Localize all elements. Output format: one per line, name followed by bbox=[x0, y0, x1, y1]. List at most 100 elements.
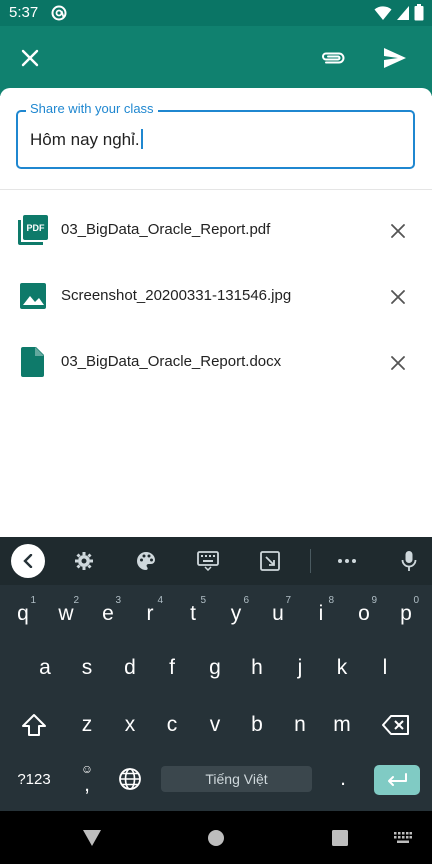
space-key[interactable]: Tiếng Việt bbox=[161, 766, 312, 792]
key-h[interactable]: h bbox=[237, 644, 277, 692]
keyboard-settings-button[interactable] bbox=[67, 545, 101, 577]
app-bar bbox=[0, 26, 432, 96]
enter-key[interactable] bbox=[374, 765, 420, 795]
attachment-name: 03_BigData_Oracle_Report.pdf bbox=[61, 221, 271, 238]
share-field-value[interactable]: Hôm nay nghỉ. bbox=[30, 130, 140, 149]
globe-icon bbox=[119, 768, 141, 790]
key-s[interactable]: s bbox=[67, 644, 107, 692]
keyboard-switch-button[interactable] bbox=[389, 824, 417, 852]
attachment-name: 03_BigData_Oracle_Report.docx bbox=[61, 353, 282, 370]
keyboard-layout-button[interactable] bbox=[191, 545, 225, 577]
keyboard-resize-button[interactable] bbox=[253, 545, 287, 577]
enter-icon bbox=[388, 773, 407, 786]
image-icon bbox=[18, 281, 48, 311]
status-bar: 5:37 bbox=[0, 0, 432, 26]
shift-key[interactable] bbox=[14, 701, 54, 749]
key-u[interactable]: u7 bbox=[258, 590, 298, 638]
key-f[interactable]: f bbox=[152, 644, 192, 692]
share-text-field[interactable]: Share with your class Hôm nay nghỉ. bbox=[16, 101, 415, 169]
send-button[interactable] bbox=[375, 40, 415, 80]
document-icon bbox=[18, 347, 48, 377]
status-time: 5:37 bbox=[9, 4, 39, 21]
key-x[interactable]: x bbox=[110, 701, 150, 749]
home-circle-icon bbox=[208, 830, 224, 846]
key-i[interactable]: i8 bbox=[301, 590, 341, 638]
keyboard-icon bbox=[197, 551, 219, 571]
keyboard-toolbar bbox=[0, 537, 432, 585]
divider bbox=[0, 189, 432, 190]
more-icon bbox=[338, 559, 356, 563]
close-icon bbox=[21, 49, 39, 72]
share-field-value-wrap: Hôm nay nghỉ. bbox=[30, 129, 143, 150]
close-button[interactable] bbox=[10, 40, 50, 80]
wifi-icon bbox=[374, 5, 392, 26]
key-r[interactable]: r4 bbox=[130, 590, 170, 638]
nav-back-button[interactable] bbox=[78, 824, 106, 852]
attachment-item[interactable]: PDF 03_BigData_Oracle_Report.pdf bbox=[0, 198, 432, 264]
signal-icon bbox=[396, 5, 410, 26]
key-k[interactable]: k bbox=[322, 644, 362, 692]
back-icon bbox=[23, 554, 33, 568]
share-sheet: Share with your class Hôm nay nghỉ. PDF … bbox=[0, 88, 432, 537]
svg-text:PDF: PDF bbox=[27, 223, 46, 233]
send-icon bbox=[383, 47, 407, 74]
share-field-label: Share with your class bbox=[26, 101, 158, 116]
key-a[interactable]: a bbox=[25, 644, 65, 692]
key-m[interactable]: m bbox=[322, 701, 362, 749]
key-q[interactable]: q1 bbox=[3, 590, 43, 638]
key-p[interactable]: p0 bbox=[386, 590, 426, 638]
remove-attachment-button[interactable] bbox=[381, 346, 415, 380]
attach-button[interactable] bbox=[313, 40, 353, 80]
keyboard-more-button[interactable] bbox=[330, 545, 364, 577]
shift-icon bbox=[22, 714, 46, 736]
key-g[interactable]: g bbox=[195, 644, 235, 692]
soft-keyboard: q1 w2 e3 r4 t5 y6 u7 i8 o9 p0 a s d f g … bbox=[0, 537, 432, 811]
square-icon bbox=[332, 830, 348, 846]
attachment-item[interactable]: Screenshot_20200331-131546.jpg bbox=[0, 264, 432, 330]
emoji-comma-key[interactable]: ☺ , bbox=[67, 755, 107, 803]
key-e[interactable]: e3 bbox=[88, 590, 128, 638]
battery-icon bbox=[414, 4, 424, 26]
at-sign-icon bbox=[51, 5, 67, 21]
key-v[interactable]: v bbox=[195, 701, 235, 749]
key-o[interactable]: o9 bbox=[344, 590, 384, 638]
paperclip-icon bbox=[320, 50, 346, 71]
period-key[interactable]: . bbox=[323, 755, 363, 803]
attachment-item[interactable]: 03_BigData_Oracle_Report.docx bbox=[0, 330, 432, 396]
key-c[interactable]: c bbox=[152, 701, 192, 749]
key-w[interactable]: w2 bbox=[46, 590, 86, 638]
keyboard-back-button[interactable] bbox=[11, 544, 45, 578]
close-icon bbox=[391, 290, 405, 304]
remove-attachment-button[interactable] bbox=[381, 280, 415, 314]
nav-home-button[interactable] bbox=[202, 824, 230, 852]
key-y[interactable]: y6 bbox=[216, 590, 256, 638]
language-key[interactable] bbox=[110, 755, 150, 803]
attachment-name: Screenshot_20200331-131546.jpg bbox=[61, 287, 292, 304]
voice-input-button[interactable] bbox=[392, 545, 426, 577]
toolbar-separator bbox=[310, 549, 311, 573]
key-j[interactable]: j bbox=[280, 644, 320, 692]
navigation-bar bbox=[0, 811, 432, 864]
key-n[interactable]: n bbox=[280, 701, 320, 749]
remove-attachment-button[interactable] bbox=[381, 214, 415, 248]
status-icons bbox=[374, 4, 424, 26]
key-l[interactable]: l bbox=[365, 644, 405, 692]
symbols-key[interactable]: ?123 bbox=[14, 755, 54, 803]
gear-icon bbox=[75, 552, 93, 570]
backspace-icon bbox=[382, 715, 409, 735]
key-b[interactable]: b bbox=[237, 701, 277, 749]
nav-recents-button[interactable] bbox=[326, 824, 354, 852]
mic-icon bbox=[401, 551, 417, 571]
palette-icon bbox=[137, 552, 155, 570]
share-screen: 5:37 Share with your class Hôm nay nghỉ.… bbox=[0, 0, 432, 864]
keyboard-icon bbox=[394, 832, 412, 843]
key-z[interactable]: z bbox=[67, 701, 107, 749]
key-d[interactable]: d bbox=[110, 644, 150, 692]
close-icon bbox=[391, 224, 405, 238]
keyboard-theme-button[interactable] bbox=[129, 545, 163, 577]
key-t[interactable]: t5 bbox=[173, 590, 213, 638]
close-icon bbox=[391, 356, 405, 370]
backspace-key[interactable] bbox=[376, 701, 416, 749]
text-cursor bbox=[140, 129, 143, 149]
pdf-icon: PDF bbox=[18, 215, 48, 245]
